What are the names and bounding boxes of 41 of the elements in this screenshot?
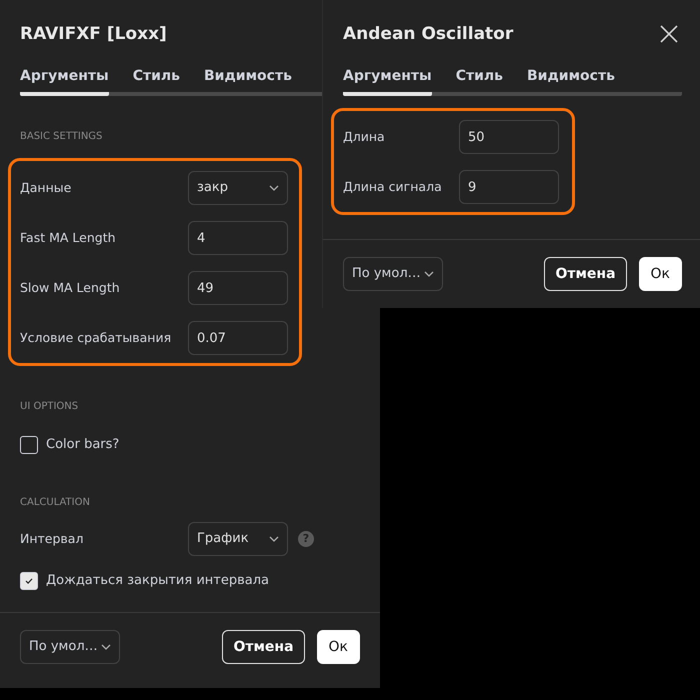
- section-heading: UI OPTIONS: [20, 400, 78, 414]
- tab[interactable]: Видимость: [204, 66, 292, 96]
- field-label: Данные: [20, 178, 72, 197]
- caret-icon: [424, 271, 434, 277]
- preset-dropdown[interactable]: По умол…: [20, 630, 120, 664]
- caret-icon: [101, 644, 111, 650]
- section-heading: BASIC SETTINGS: [20, 130, 102, 144]
- checkbox-label: Дождаться закрытия интервала: [46, 572, 270, 590]
- cancel-button[interactable]: Отмена: [222, 630, 305, 664]
- field-label: Длина: [343, 128, 386, 146]
- tab[interactable]: Аргументы: [343, 66, 432, 96]
- ok-button[interactable]: Ок: [316, 630, 360, 664]
- dialog-title: RAVIFXF [Loxx]: [20, 23, 167, 46]
- field-label: Интервал: [20, 530, 84, 548]
- section-heading: CALCULATION: [20, 496, 90, 510]
- checkbox-label: Color bars?: [46, 436, 120, 454]
- input-field[interactable]: 50: [459, 120, 559, 154]
- tab[interactable]: Аргументы: [20, 66, 109, 96]
- tab[interactable]: Стиль: [132, 66, 180, 96]
- tab[interactable]: Видимость: [527, 66, 615, 96]
- preset-dropdown[interactable]: По умол…: [343, 257, 443, 291]
- field-label: Slow MA Length: [20, 278, 121, 297]
- close-icon[interactable]: [660, 25, 678, 43]
- input-field[interactable]: 0.07: [188, 321, 288, 355]
- dialog-title: Andean Oscillator: [343, 23, 514, 46]
- checkbox[interactable]: [20, 436, 38, 454]
- dropdown[interactable]: закр: [188, 171, 288, 205]
- input-field[interactable]: 49: [188, 271, 288, 305]
- caret-icon: [269, 185, 279, 191]
- check-icon: [24, 578, 34, 584]
- input-field[interactable]: 9: [459, 170, 559, 204]
- dropdown[interactable]: График: [188, 522, 288, 556]
- cancel-button[interactable]: Отмена: [544, 257, 627, 291]
- caret-icon: [269, 536, 279, 542]
- ok-button[interactable]: Ок: [638, 257, 682, 291]
- checkbox[interactable]: [20, 572, 38, 590]
- field-label: Длина сигнала: [343, 178, 443, 196]
- input-field[interactable]: 4: [188, 221, 288, 255]
- field-label: Условие срабатывания: [20, 328, 172, 347]
- field-label: Fast MA Length: [20, 228, 117, 247]
- tab[interactable]: Стиль: [456, 66, 503, 96]
